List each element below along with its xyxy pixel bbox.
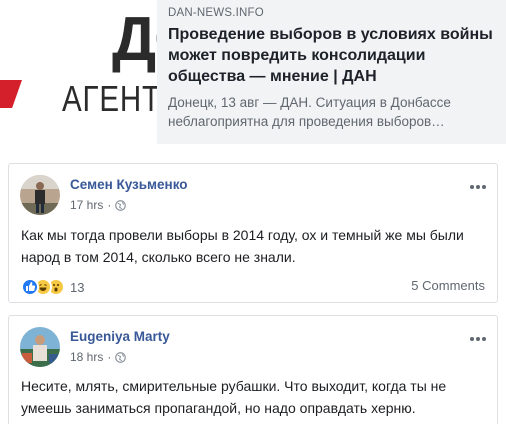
- more-options-icon[interactable]: [469, 178, 487, 189]
- comment-meta: 17 hrs ·: [70, 198, 127, 212]
- thumbnail-logo-text-small: АГЕНТ: [62, 78, 157, 119]
- like-icon: [21, 278, 39, 296]
- reactions-summary[interactable]: 13: [21, 278, 84, 296]
- link-preview-card[interactable]: ДО АГЕНТ DAN-NEWS.INFO Проведение выборо…: [0, 0, 506, 144]
- link-text-block: DAN-NEWS.INFO Проведение выборов в услов…: [168, 6, 498, 131]
- link-title[interactable]: Проведение выборов в условиях войны може…: [168, 24, 498, 87]
- comment-text: Как мы тогда провели выборы в 2014 году,…: [21, 227, 464, 265]
- globe-icon: [115, 199, 127, 211]
- thumbnail-logo-text-large: ДО: [112, 5, 157, 74]
- link-description: Донецк, 13 авг — ДАН. Ситуация в Донбасс…: [168, 95, 451, 129]
- comment-card: Семен Кузьменко 17 hrs · Как мы тогда пр…: [8, 163, 498, 303]
- avatar[interactable]: [20, 327, 60, 367]
- more-options-icon[interactable]: [469, 330, 487, 341]
- feed: ДО АГЕНТ DAN-NEWS.INFO Проведение выборо…: [0, 0, 506, 424]
- reaction-count[interactable]: 13: [70, 280, 84, 295]
- globe-icon: [115, 351, 127, 363]
- comment-author[interactable]: Семен Кузьменко: [70, 177, 188, 192]
- comment-timestamp[interactable]: 17 hrs: [70, 198, 103, 212]
- comment-card: Eugeniya Marty 18 hrs · Несите, млять, с…: [8, 315, 498, 424]
- comments-count-link[interactable]: 5 Comments: [411, 278, 485, 293]
- link-domain: DAN-NEWS.INFO: [168, 7, 264, 19]
- link-thumbnail[interactable]: ДО АГЕНТ: [0, 0, 157, 144]
- thumbnail-red-shape: [0, 80, 22, 108]
- comment-text: Несите, млять, смирительные рубашки. Что…: [21, 378, 447, 416]
- avatar[interactable]: [20, 175, 60, 215]
- comment-timestamp[interactable]: 18 hrs: [70, 350, 103, 364]
- comment-meta: 18 hrs ·: [70, 350, 127, 364]
- comment-author[interactable]: Eugeniya Marty: [70, 329, 170, 344]
